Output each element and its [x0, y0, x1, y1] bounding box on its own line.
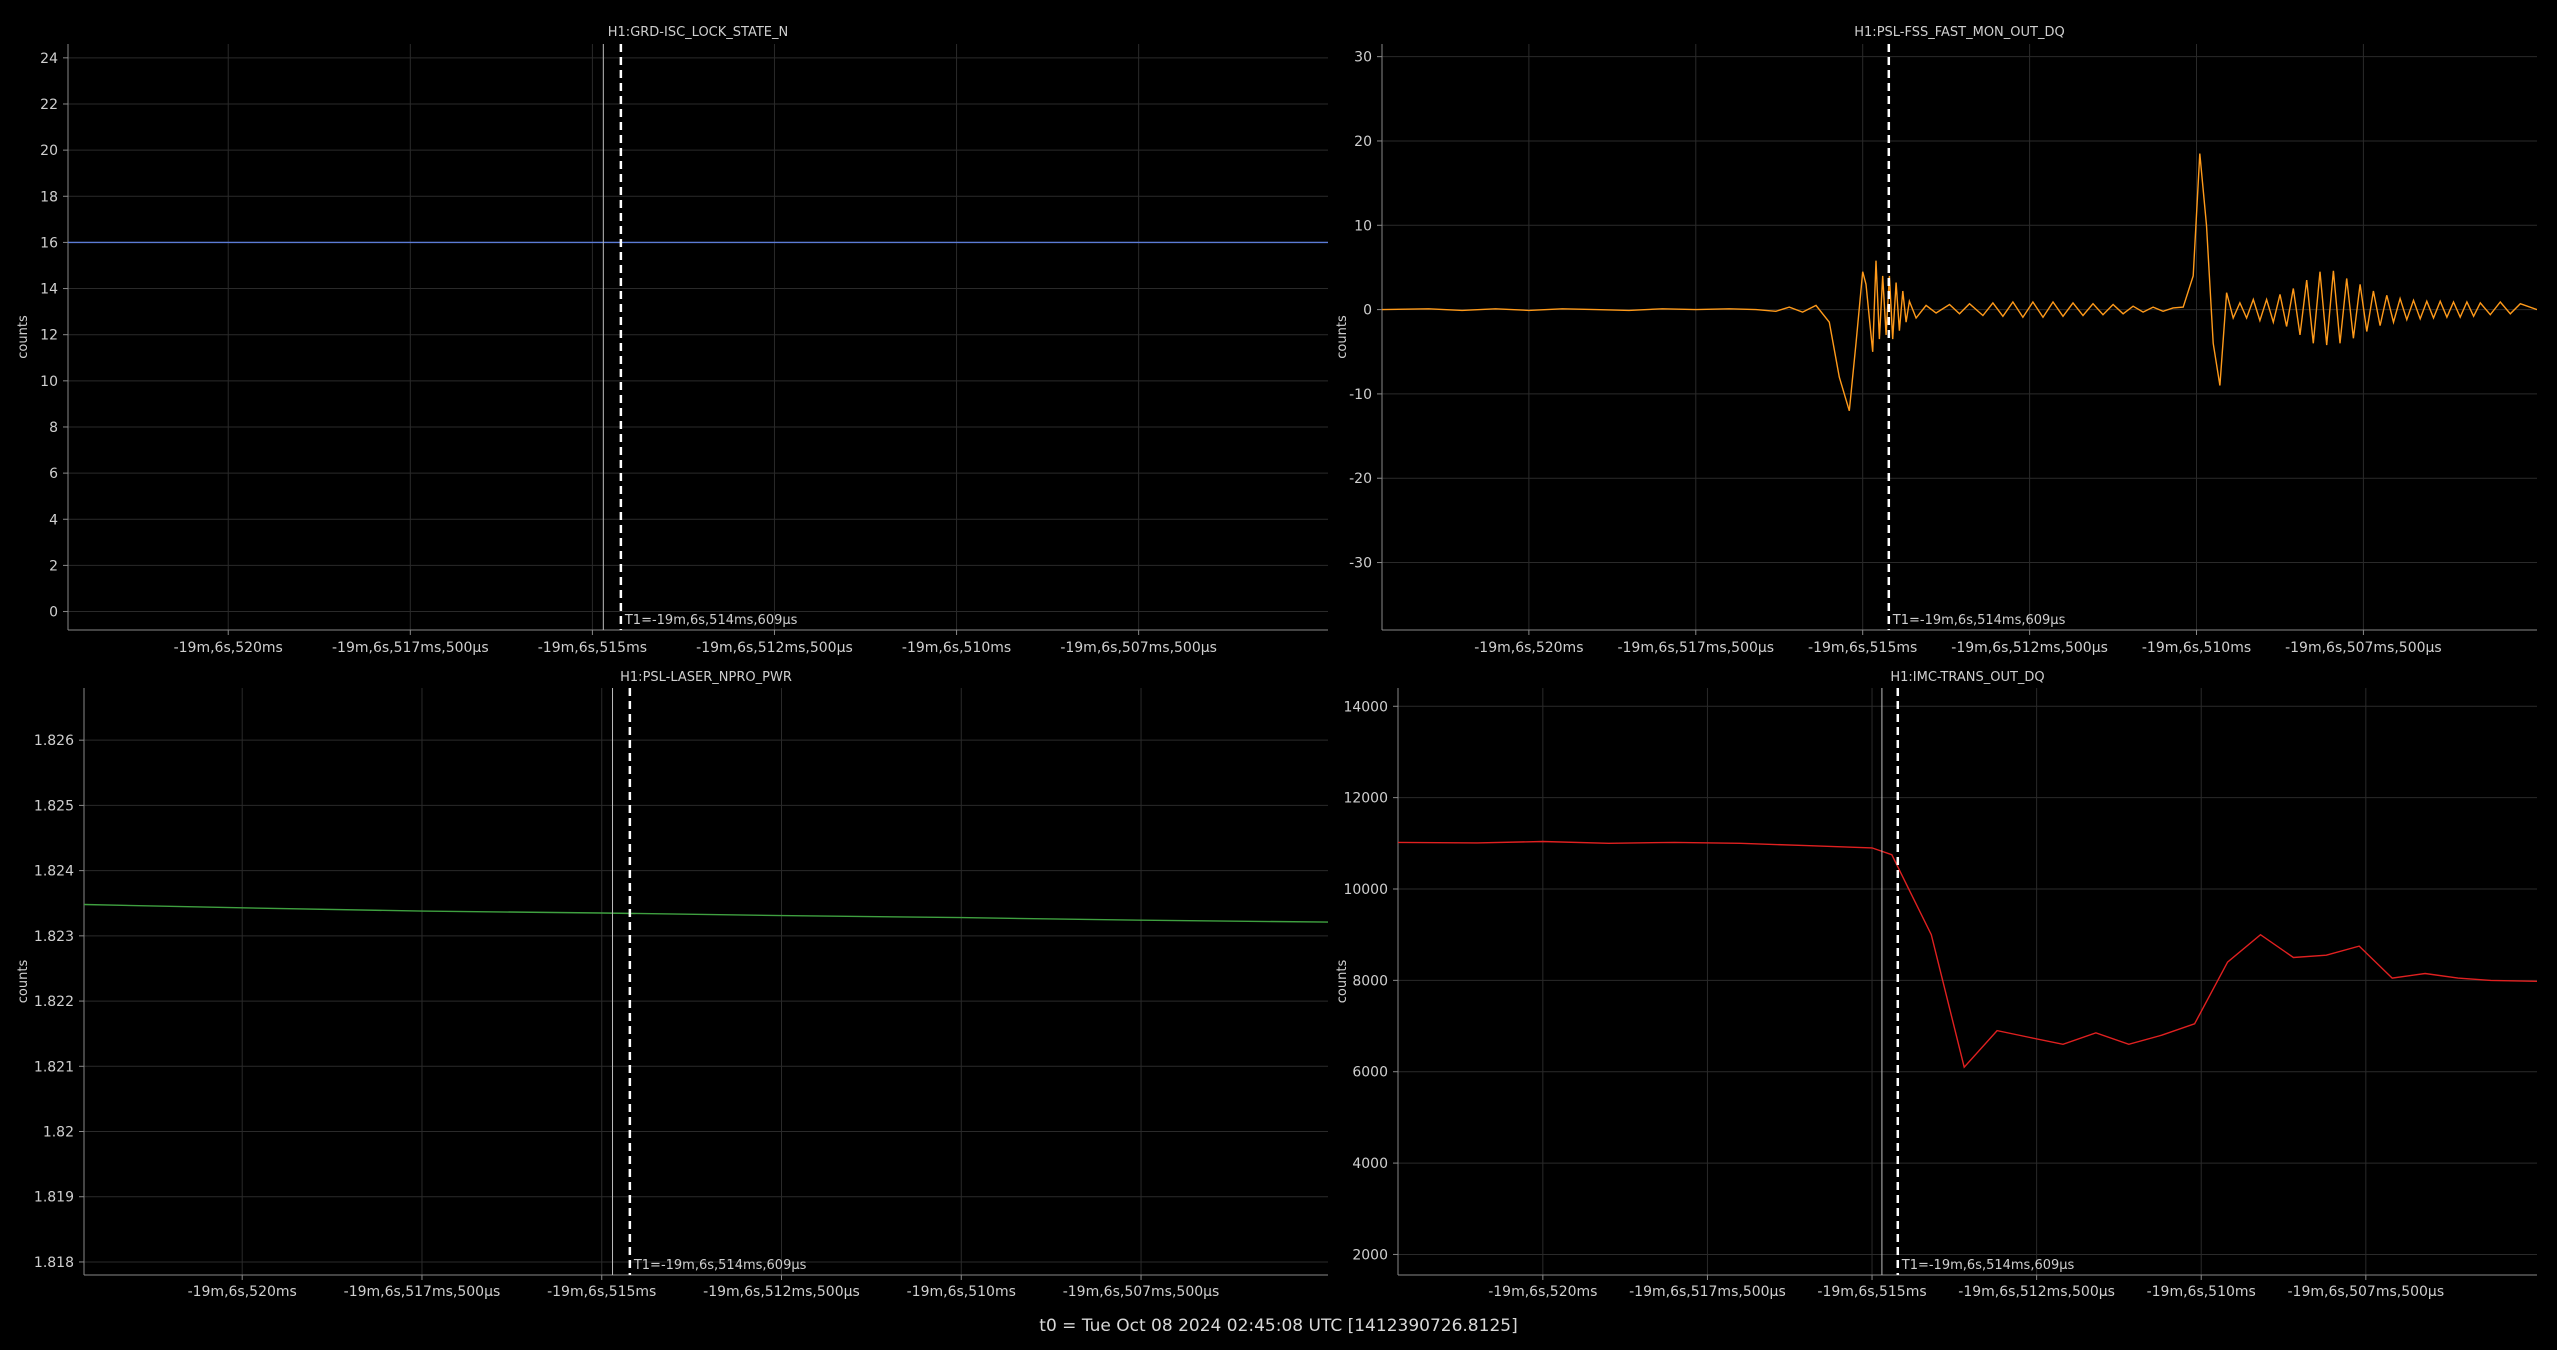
- x-tick-label: -19m,6s,507ms,500µs: [1063, 1284, 1220, 1300]
- y-tick-label: 24: [40, 51, 58, 67]
- y-tick-label: 12000: [1343, 791, 1388, 807]
- y-tick-label: 1.823: [34, 929, 74, 945]
- y-tick-label: 2: [49, 558, 58, 574]
- chart-panel-3: 1.818 1.819 1.82 1.821 1.822 1.823 1.824 1.825 1…: [16, 670, 1328, 1300]
- x-tick-label: -19m,6s,510ms: [2142, 640, 2251, 656]
- y-tick-label: 6000: [1352, 1065, 1388, 1081]
- y-tick-label: 1.818: [34, 1255, 74, 1271]
- y-tick-label: 6: [49, 466, 58, 482]
- y-tick-label: 18: [40, 189, 58, 205]
- y-tick-label: 1.826: [34, 733, 74, 749]
- y-tick-label: 20: [1354, 134, 1372, 150]
- x-tick-label: -19m,6s,515ms: [538, 640, 647, 656]
- x-tick-label: -19m,6s,512ms,500µs: [1951, 640, 2108, 656]
- y-tick-label: 0: [49, 605, 58, 621]
- y-tick-label: 4: [49, 512, 58, 528]
- y-axis-label: counts: [16, 960, 31, 1004]
- y-axis-label: counts: [16, 315, 31, 359]
- y-tick-label: 14: [40, 282, 58, 298]
- x-tick-label: -19m,6s,520ms: [1474, 640, 1583, 656]
- x-tick-label: -19m,6s,517ms,500µs: [1617, 640, 1774, 656]
- x-tick-label: -19m,6s,512ms,500µs: [1958, 1284, 2115, 1300]
- chart-panel-1: 024681012141618202224-19m,6s,520ms -19m,6…: [16, 25, 1328, 656]
- y-tick-label: 10000: [1343, 882, 1388, 898]
- y-tick-label: 14000: [1343, 699, 1388, 715]
- y-tick-label: -20: [1349, 471, 1372, 487]
- x-tick-label: -19m,6s,510ms: [907, 1284, 1016, 1300]
- y-tick-label: 1.824: [34, 864, 74, 880]
- y-tick-label: 1.822: [34, 994, 74, 1010]
- y-tick-label: 2000: [1352, 1247, 1388, 1263]
- chart-panel-4: 2000 4000 6000 8000 10000 12000 14000 -19m,6s,5…: [1335, 670, 2537, 1300]
- y-axis-label: counts: [1335, 960, 1350, 1004]
- y-tick-label: -30: [1349, 556, 1372, 572]
- y-tick-label: 4000: [1352, 1156, 1388, 1172]
- y-tick-label: 1.82: [43, 1125, 74, 1141]
- x-tick-label: -19m,6s,512ms,500µs: [696, 640, 853, 656]
- y-tick-label: 10: [40, 374, 58, 390]
- x-tick-label: -19m,6s,520ms: [1488, 1284, 1597, 1300]
- x-tick-label: -19m,6s,507ms,500µs: [2288, 1284, 2445, 1300]
- x-tick-label: -19m,6s,520ms: [188, 1284, 297, 1300]
- chart-title: H1:GRD-ISC_LOCK_STATE_N: [608, 25, 788, 40]
- x-tick-label: -19m,6s,510ms: [2147, 1284, 2256, 1300]
- y-tick-label: 1.821: [34, 1059, 74, 1075]
- y-tick-label: 8000: [1352, 973, 1388, 989]
- chart-panel-2: -30 -20 -10 0 10 20 30 -19m,6s,520ms -19m,6s,517…: [1335, 25, 2537, 656]
- x-tick-label: -19m,6s,512ms,500µs: [703, 1284, 860, 1300]
- x-tick-label: -19m,6s,507ms,500µs: [2285, 640, 2442, 656]
- cursor-t1-label: T1=-19m,6s,514ms,609µs: [1901, 1258, 2075, 1273]
- y-tick-label: 1.825: [34, 798, 74, 814]
- x-tick-label: -19m,6s,520ms: [174, 640, 283, 656]
- y-tick-label: 30: [1354, 50, 1372, 66]
- x-tick-label: -19m,6s,507ms,500µs: [1060, 640, 1217, 656]
- y-tick-label: 0: [1363, 303, 1372, 319]
- y-tick-label: -10: [1349, 387, 1372, 403]
- chart-title: H1:PSL-FSS_FAST_MON_OUT_DQ: [1854, 25, 2064, 40]
- cursor-t1-label: T1=-19m,6s,514ms,609µs: [624, 613, 798, 628]
- plots-canvas: 024681012141618202224-19m,6s,520ms -19m,6…: [16, 25, 2537, 1300]
- x-tick-label: -19m,6s,515ms: [547, 1284, 656, 1300]
- cursor-t1-label: T1=-19m,6s,514ms,609µs: [1892, 613, 2066, 628]
- y-tick-label: 22: [40, 97, 58, 113]
- y-tick-label: 1.819: [34, 1190, 74, 1206]
- y-tick-label: 8: [49, 420, 58, 436]
- x-tick-label: -19m,6s,515ms: [1808, 640, 1917, 656]
- cursor-t1-label: T1=-19m,6s,514ms,609µs: [633, 1258, 807, 1273]
- y-tick-label: 10: [1354, 218, 1372, 234]
- x-tick-label: -19m,6s,517ms,500µs: [1629, 1284, 1786, 1300]
- y-tick-label: 12: [40, 328, 58, 344]
- t0-footer: t0 = Tue Oct 08 2024 02:45:08 UTC [14123…: [1039, 1316, 1518, 1336]
- y-tick-label: 16: [40, 235, 58, 251]
- x-tick-label: -19m,6s,515ms: [1817, 1284, 1926, 1300]
- x-tick-label: -19m,6s,510ms: [902, 640, 1011, 656]
- x-tick-label: -19m,6s,517ms,500µs: [344, 1284, 501, 1300]
- chart-title: H1:PSL-LASER_NPRO_PWR: [620, 670, 792, 685]
- chart-title: H1:IMC-TRANS_OUT_DQ: [1890, 670, 2044, 685]
- y-tick-label: 20: [40, 143, 58, 159]
- y-axis-label: counts: [1335, 315, 1350, 359]
- x-tick-label: -19m,6s,517ms,500µs: [332, 640, 489, 656]
